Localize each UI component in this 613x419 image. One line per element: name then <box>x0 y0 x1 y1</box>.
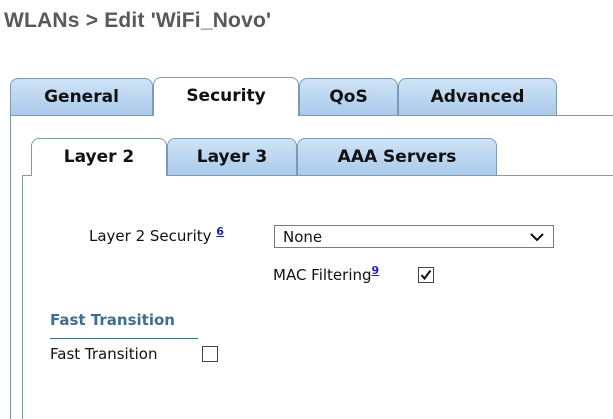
fast-transition-label: Fast Transition <box>50 345 158 363</box>
tab-layer-2[interactable]: Layer 2 <box>31 138 167 176</box>
mac-filtering-footnote-link[interactable]: 9 <box>372 264 380 277</box>
layer2-security-select[interactable]: None <box>274 225 554 248</box>
fast-transition-checkbox[interactable] <box>202 346 218 362</box>
checkmark-icon <box>420 269 432 281</box>
tab-general[interactable]: General <box>10 78 153 115</box>
tab-qos[interactable]: QoS <box>299 78 398 115</box>
tab-layer-3[interactable]: Layer 3 <box>167 138 297 175</box>
layer2-security-label: Layer 2 Security 6 <box>89 225 224 245</box>
tab-security[interactable]: Security <box>153 77 299 116</box>
mac-filtering-label: MAC Filtering9 <box>273 264 380 284</box>
layer-2-tab-panel <box>22 175 613 419</box>
section-divider <box>50 338 198 339</box>
layer2-security-label-text: Layer 2 Security <box>89 227 212 245</box>
mac-filtering-label-text: MAC Filtering <box>273 266 372 284</box>
tab-advanced[interactable]: Advanced <box>398 78 557 115</box>
mac-filtering-checkbox[interactable] <box>418 267 434 283</box>
layer2-security-footnote-link[interactable]: 6 <box>216 225 224 238</box>
tab-aaa-servers[interactable]: AAA Servers <box>297 138 497 175</box>
layer2-security-select-value: None <box>283 228 323 246</box>
fast-transition-heading: Fast Transition <box>50 311 175 329</box>
chevron-down-icon <box>530 229 544 243</box>
